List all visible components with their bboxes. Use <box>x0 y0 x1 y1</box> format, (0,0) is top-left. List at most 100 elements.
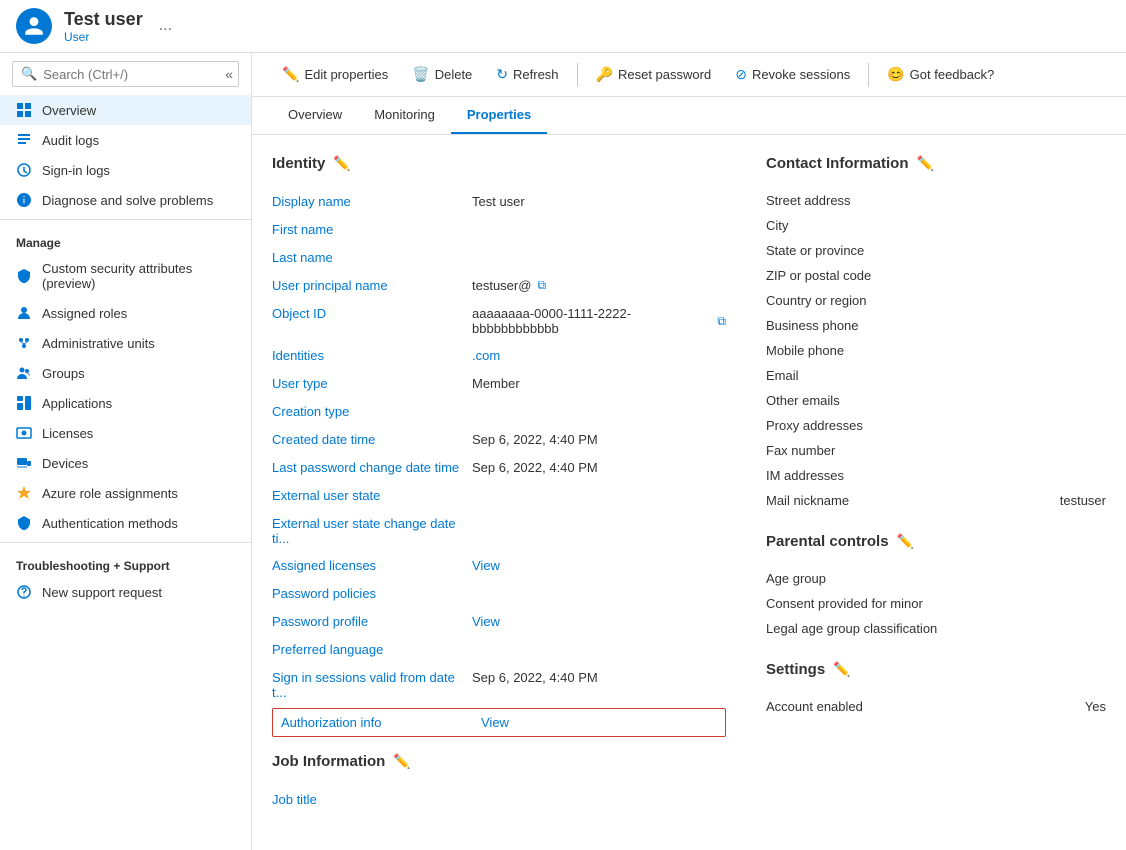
sidebar-item-licenses[interactable]: Licenses <box>0 418 251 448</box>
sidebar-item-devices[interactable]: Devices <box>0 448 251 478</box>
job-edit-icon[interactable]: ✏️ <box>393 753 410 770</box>
sidebar-item-audit-logs[interactable]: Audit logs <box>0 125 251 155</box>
refresh-icon: ↻ <box>496 66 508 83</box>
properties-area: Identity ✏️ Display name Test user First… <box>252 135 1126 834</box>
delete-button[interactable]: 🗑️ Delete <box>402 61 482 88</box>
refresh-button[interactable]: ↻ Refresh <box>486 61 568 88</box>
contact-zip: ZIP or postal code <box>766 263 1106 288</box>
revoke-icon: ⊘ <box>735 66 747 83</box>
identity-edit-icon[interactable]: ✏️ <box>333 155 350 172</box>
sidebar-item-label: Audit logs <box>42 133 99 148</box>
edit-properties-button[interactable]: ✏️ Edit properties <box>272 61 398 88</box>
devices-icon <box>16 455 32 471</box>
search-box[interactable]: 🔍 « <box>12 61 239 87</box>
header-more-button[interactable]: ... <box>159 17 172 35</box>
contact-mobile: Mobile phone <box>766 338 1106 363</box>
parental-age-group: Age group <box>766 566 1106 591</box>
sidebar-item-label: New support request <box>42 585 162 600</box>
sidebar-item-groups[interactable]: Groups <box>0 358 251 388</box>
prop-first-name: First name <box>272 216 726 244</box>
tab-monitoring[interactable]: Monitoring <box>358 97 451 134</box>
contact-section-header: Contact Information ✏️ <box>766 155 1106 172</box>
sidebar-item-label: Groups <box>42 366 85 381</box>
sidebar-item-label: Administrative units <box>42 336 155 351</box>
reset-password-button[interactable]: 🔑 Reset password <box>586 61 722 88</box>
sidebar-item-azure-roles[interactable]: Azure role assignments <box>0 478 251 508</box>
collapse-button[interactable]: « <box>225 66 233 82</box>
contact-email: Email <box>766 363 1106 388</box>
prop-identities: Identities .com <box>272 342 726 370</box>
auth-info-link[interactable]: View <box>481 715 509 730</box>
identity-title: Identity <box>272 155 325 172</box>
assigned-roles-icon <box>16 305 32 321</box>
assigned-licenses-link[interactable]: View <box>472 558 500 573</box>
sidebar-item-custom-security[interactable]: Custom security attributes (preview) <box>0 254 251 298</box>
prop-external-user-state-change: External user state change date ti... <box>272 510 726 552</box>
parental-consent: Consent provided for minor <box>766 591 1106 616</box>
prop-last-password-change: Last password change date time Sep 6, 20… <box>272 454 726 482</box>
auth-methods-icon <box>16 515 32 531</box>
contact-city: City <box>766 213 1106 238</box>
prop-object-id: Object ID aaaaaaaa-0000-1111-2222-bbbbbb… <box>272 300 726 342</box>
contact-im: IM addresses <box>766 463 1106 488</box>
sidebar-item-applications[interactable]: Applications <box>0 388 251 418</box>
sidebar-item-label: Custom security attributes (preview) <box>42 261 235 291</box>
identity-section-header: Identity ✏️ <box>272 155 726 172</box>
sidebar-item-label: Overview <box>42 103 96 118</box>
edit-icon: ✏️ <box>282 66 299 83</box>
sidebar-item-admin-units[interactable]: Administrative units <box>0 328 251 358</box>
password-profile-link[interactable]: View <box>472 614 500 629</box>
prop-created-date: Created date time Sep 6, 2022, 4:40 PM <box>272 426 726 454</box>
prop-preferred-language: Preferred language <box>272 636 726 664</box>
toolbar-divider <box>577 63 578 87</box>
groups-icon <box>16 365 32 381</box>
tab-properties[interactable]: Properties <box>451 97 547 134</box>
sidebar-item-label: Authentication methods <box>42 516 178 531</box>
feedback-icon: 😊 <box>887 66 904 83</box>
settings-account-enabled: Account enabled Yes <box>766 694 1106 719</box>
toolbar-divider-2 <box>868 63 869 87</box>
prop-assigned-licenses: Assigned licenses View <box>272 552 726 580</box>
prop-password-policies: Password policies <box>272 580 726 608</box>
admin-units-icon <box>16 335 32 351</box>
delete-icon: 🗑️ <box>412 66 429 83</box>
licenses-icon <box>16 425 32 441</box>
contact-proxy: Proxy addresses <box>766 413 1106 438</box>
parental-legal-age: Legal age group classification <box>766 616 1106 641</box>
avatar <box>16 8 52 44</box>
page-header: Test user User ... <box>0 0 1126 53</box>
contact-state: State or province <box>766 238 1106 263</box>
header-title: Test user User <box>64 9 143 44</box>
sidebar-item-label: Azure role assignments <box>42 486 178 501</box>
search-input[interactable] <box>43 67 219 82</box>
sidebar-item-auth-methods[interactable]: Authentication methods <box>0 508 251 538</box>
left-column: Identity ✏️ Display name Test user First… <box>272 155 726 814</box>
parental-edit-icon[interactable]: ✏️ <box>897 533 914 550</box>
settings-edit-icon[interactable]: ✏️ <box>833 661 850 678</box>
job-section-header: Job Information ✏️ <box>272 753 726 770</box>
identities-link[interactable]: .com <box>472 348 500 363</box>
copy-upn-icon[interactable]: ⧉ <box>537 278 546 293</box>
feedback-button[interactable]: 😊 Got feedback? <box>877 61 1004 88</box>
tabs-bar: Overview Monitoring Properties <box>252 97 1126 135</box>
prop-upn: User principal name testuser@ ⧉ <box>272 272 726 300</box>
main-layout: 🔍 « Overview Audit logs Sign-in logs <box>0 53 1126 850</box>
audit-logs-icon <box>16 132 32 148</box>
tab-overview[interactable]: Overview <box>272 97 358 134</box>
toolbar: ✏️ Edit properties 🗑️ Delete ↻ Refresh 🔑… <box>252 53 1126 97</box>
sidebar-item-assigned-roles[interactable]: Assigned roles <box>0 298 251 328</box>
sidebar-item-diagnose[interactable]: Diagnose and solve problems <box>0 185 251 215</box>
contact-edit-icon[interactable]: ✏️ <box>917 155 934 172</box>
prop-job-title: Job title <box>272 786 726 814</box>
copy-objectid-icon[interactable]: ⧉ <box>717 314 726 329</box>
contact-fax: Fax number <box>766 438 1106 463</box>
sidebar-item-overview[interactable]: Overview <box>0 95 251 125</box>
sidebar-item-label: Devices <box>42 456 88 471</box>
right-column: Contact Information ✏️ Street address Ci… <box>766 155 1106 814</box>
sidebar-item-new-support[interactable]: New support request <box>0 577 251 607</box>
revoke-sessions-button[interactable]: ⊘ Revoke sessions <box>725 61 860 88</box>
sidebar-item-sign-in-logs[interactable]: Sign-in logs <box>0 155 251 185</box>
applications-icon <box>16 395 32 411</box>
prop-password-profile: Password profile View <box>272 608 726 636</box>
parental-title: Parental controls <box>766 533 889 550</box>
